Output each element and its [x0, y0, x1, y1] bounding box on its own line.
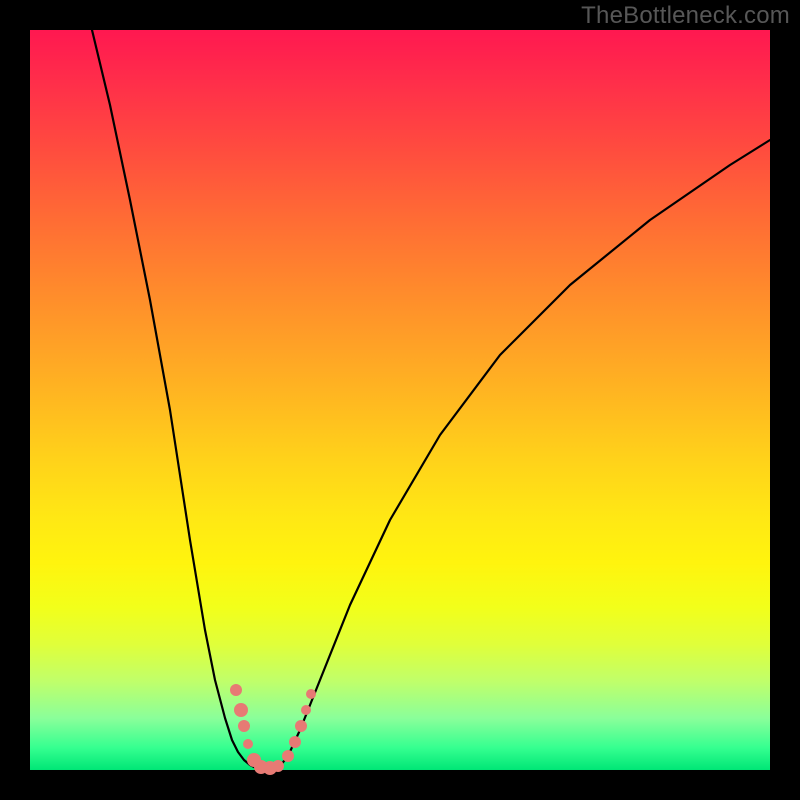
chart-svg — [30, 30, 770, 770]
marker-point — [272, 760, 284, 772]
marker-point — [282, 750, 294, 762]
chart-frame: TheBottleneck.com — [0, 0, 800, 800]
marker-point — [230, 684, 242, 696]
marker-points-group — [230, 684, 316, 775]
bottleneck-curve — [92, 30, 770, 769]
marker-point — [306, 689, 316, 699]
marker-point — [301, 705, 311, 715]
marker-point — [234, 703, 248, 717]
marker-point — [289, 736, 301, 748]
marker-point — [295, 720, 307, 732]
watermark-text: TheBottleneck.com — [581, 2, 790, 30]
curve-lines-group — [92, 30, 770, 769]
marker-point — [238, 720, 250, 732]
marker-point — [243, 739, 253, 749]
